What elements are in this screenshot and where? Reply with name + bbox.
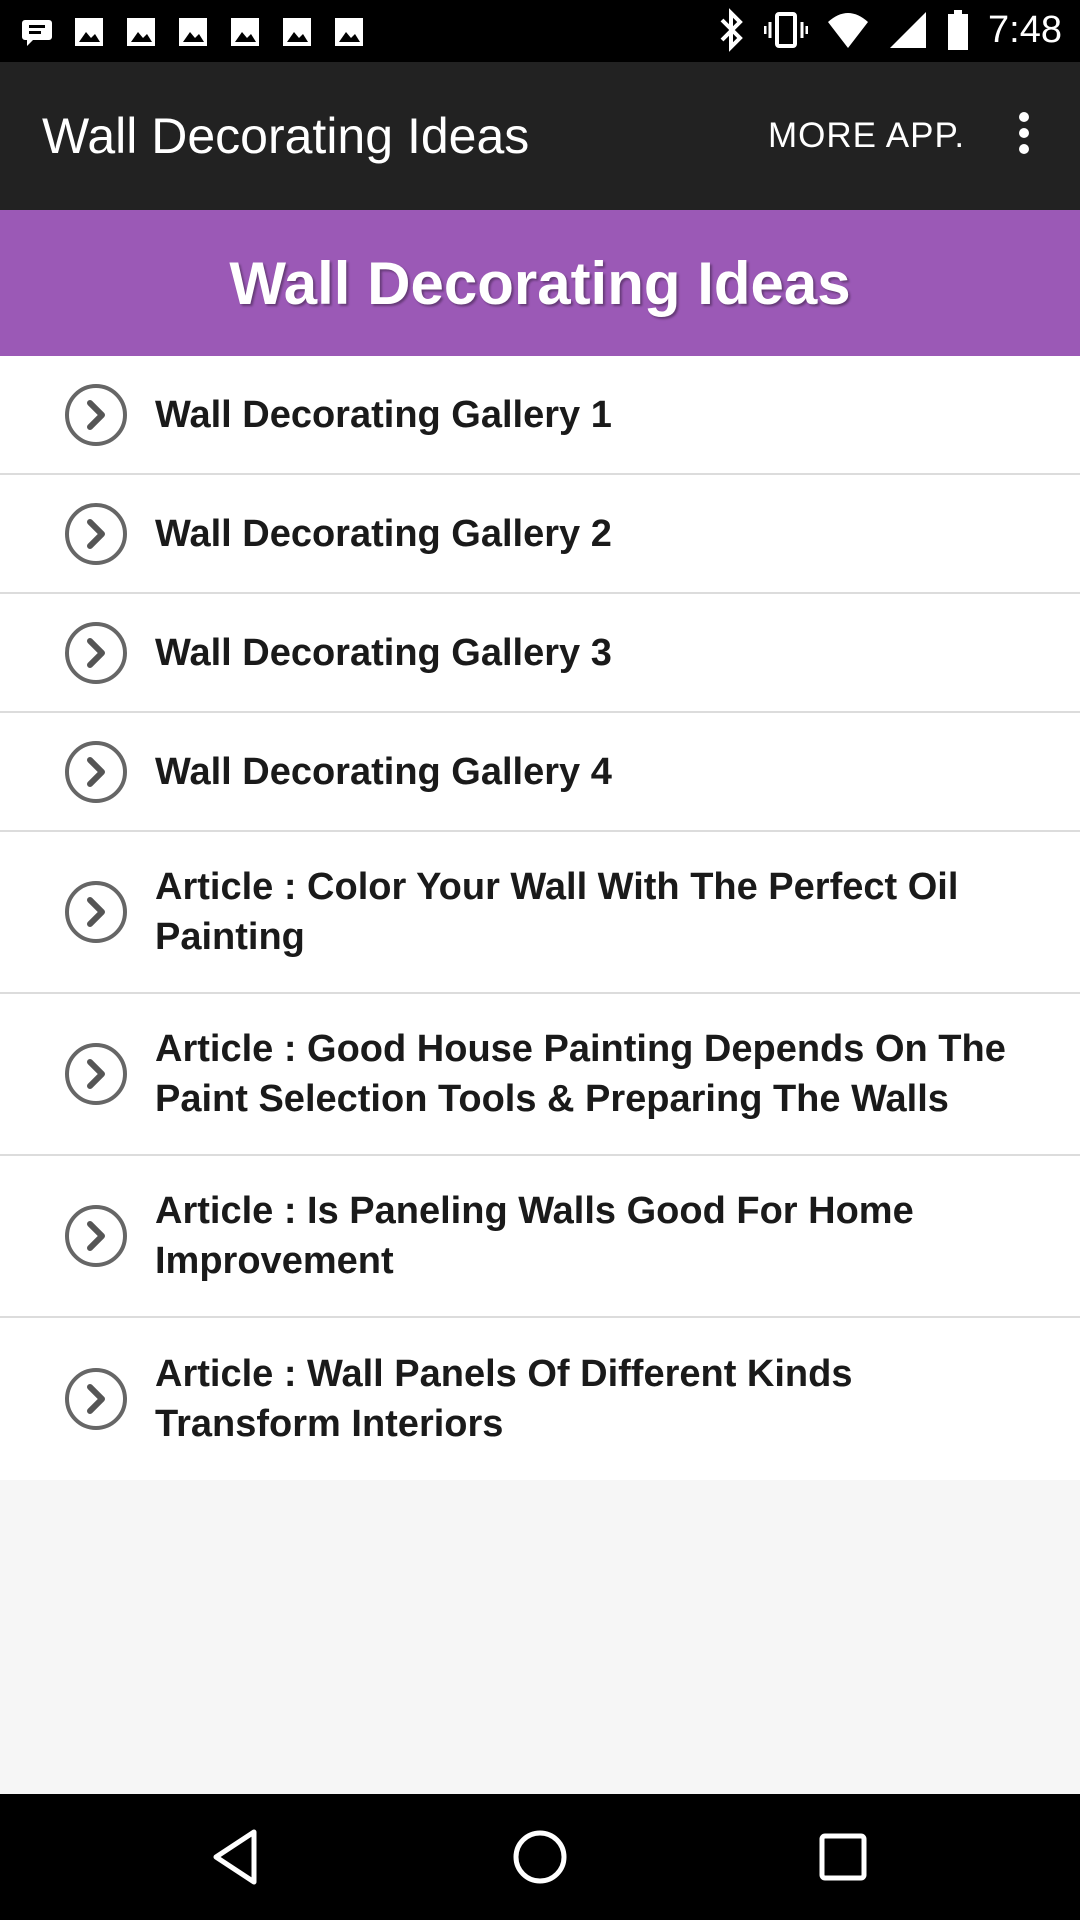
chevron-right-circle-icon (65, 1205, 127, 1267)
message-icon (22, 20, 52, 46)
image-icon (283, 18, 311, 46)
app-title: Wall Decorating Ideas (42, 108, 530, 164)
back-icon[interactable] (204, 1824, 270, 1890)
list-item-label: Wall Decorating Gallery 3 (155, 631, 612, 674)
chevron-right-circle-icon (65, 621, 127, 684)
image-icon (127, 18, 155, 46)
more-app-button[interactable]: MORE APP. (768, 62, 965, 210)
list-item-label: Article : Wall Panels Of Different Kinds… (155, 1353, 853, 1445)
list-item-label: Article : Is Paneling Walls Good For Hom… (155, 1190, 914, 1282)
list-item-label: Wall Decorating Gallery 4 (155, 750, 612, 793)
list-item-gallery-2[interactable]: Wall Decorating Gallery 2 (0, 475, 1080, 594)
home-icon[interactable] (507, 1824, 573, 1890)
notification-icons (22, 14, 364, 48)
bluetooth-icon (720, 8, 743, 52)
list-item-label: Wall Decorating Gallery 2 (155, 512, 612, 555)
status-bar: 7:48 (0, 0, 1080, 62)
list-item-gallery-3[interactable]: Wall Decorating Gallery 3 (0, 594, 1080, 713)
list-item-label: Article : Good House Painting Depends On… (155, 1028, 1006, 1120)
vibrate-icon (764, 12, 809, 48)
list-item-article-oil-painting[interactable]: Article : Color Your Wall With The Perfe… (0, 832, 1080, 994)
image-icon (231, 18, 259, 46)
list-item-article-house-painting[interactable]: Article : Good House Painting Depends On… (0, 994, 1080, 1156)
chevron-right-circle-icon (65, 502, 127, 565)
banner-title: Wall Decorating Ideas (229, 249, 851, 317)
list-item-article-paneling[interactable]: Article : Is Paneling Walls Good For Hom… (0, 1156, 1080, 1318)
recents-icon[interactable] (810, 1824, 876, 1890)
chevron-right-circle-icon (65, 740, 127, 803)
chevron-right-circle-icon (65, 881, 127, 943)
list-item-article-wall-panels[interactable]: Article : Wall Panels Of Different Kinds… (0, 1318, 1080, 1480)
list-item-gallery-4[interactable]: Wall Decorating Gallery 4 (0, 713, 1080, 832)
list-item-label: Article : Color Your Wall With The Perfe… (155, 866, 959, 958)
chevron-right-circle-icon (65, 1043, 127, 1105)
more-vert-icon[interactable] (1000, 106, 1048, 166)
wifi-icon (828, 13, 869, 48)
system-icons: 7:48 (716, 8, 1062, 52)
image-icon (75, 18, 103, 46)
image-icon (179, 18, 207, 46)
image-icon (335, 18, 363, 46)
status-time: 7:48 (988, 8, 1062, 51)
chevron-right-circle-icon (65, 1368, 127, 1430)
chevron-right-circle-icon (65, 383, 127, 446)
header-banner: Wall Decorating Ideas (0, 210, 1080, 356)
list-item-gallery-1[interactable]: Wall Decorating Gallery 1 (0, 356, 1080, 475)
signal-icon (890, 12, 927, 48)
system-nav-bar (0, 1794, 1080, 1920)
app-bar: Wall Decorating Ideas MORE APP. (0, 62, 1080, 210)
battery-icon (948, 10, 969, 50)
menu-list: Wall Decorating Gallery 1 Wall Decoratin… (0, 356, 1080, 1480)
list-item-label: Wall Decorating Gallery 1 (155, 393, 612, 436)
